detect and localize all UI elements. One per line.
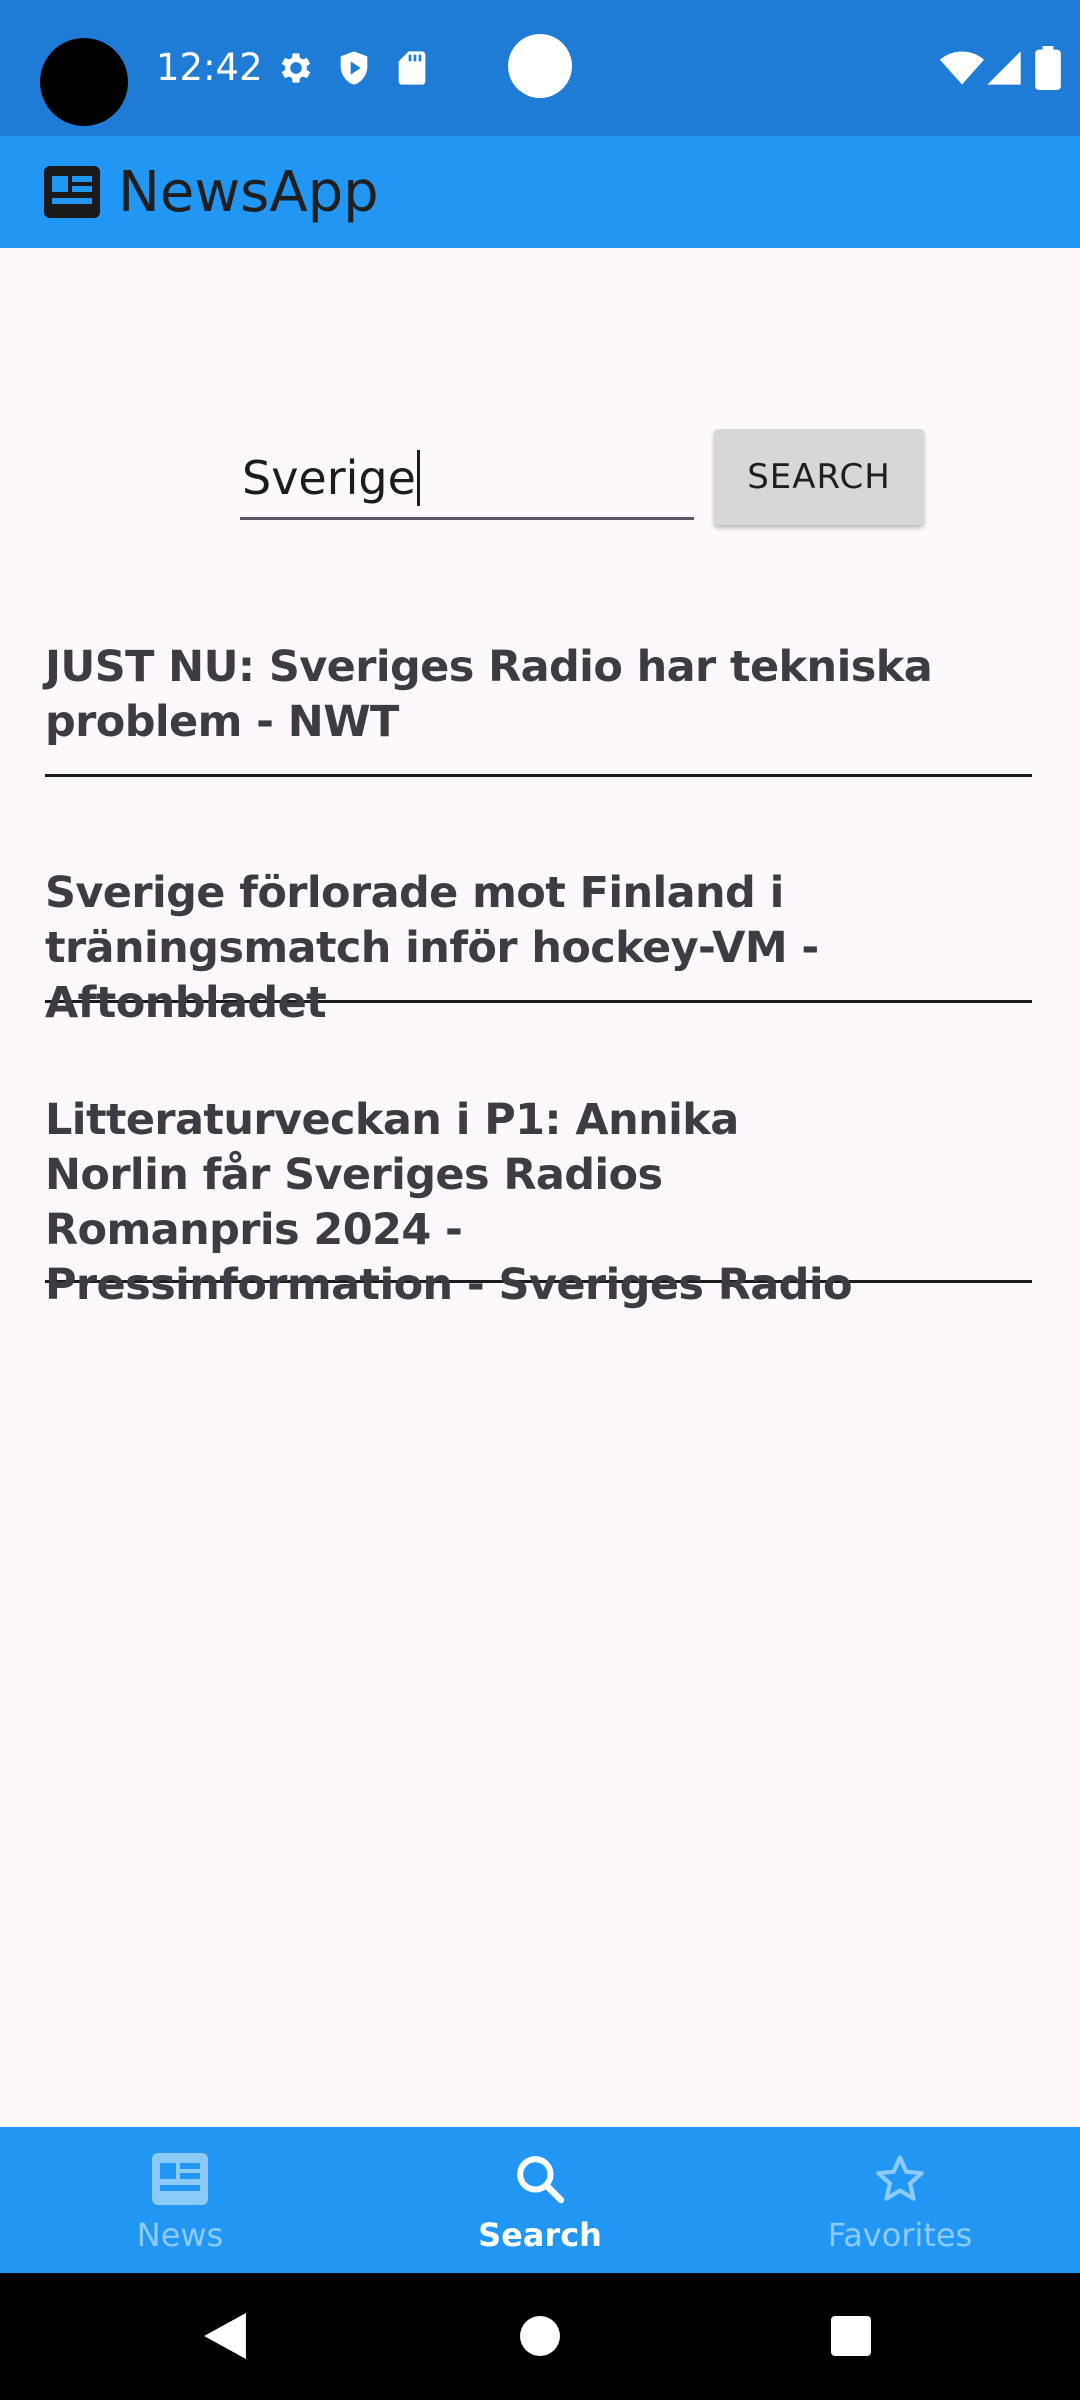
signal-icon: [987, 51, 1021, 85]
system-navigation-bar: [0, 2273, 1080, 2400]
nav-item-favorites[interactable]: Favorites: [720, 2127, 1080, 2273]
result-title: Sverige förlorade mot Finland i tränings…: [45, 868, 819, 1028]
status-time: 12:42: [156, 46, 263, 89]
battery-icon: [1035, 46, 1061, 90]
gear-icon: [281, 53, 311, 83]
center-dot: [508, 34, 572, 98]
result-title: JUST NU: Sveriges Radio har tekniska pro…: [45, 642, 933, 747]
result-title: Litteraturveckan i P1: Annika Norlin får…: [45, 1095, 853, 1310]
search-input[interactable]: Sverige: [240, 436, 694, 520]
wifi-icon: [940, 51, 984, 85]
result-item-3[interactable]: Litteraturveckan i P1: Annika Norlin får…: [45, 1093, 1032, 1310]
sd-card-icon: [398, 51, 426, 85]
nav-item-search[interactable]: Search: [360, 2127, 720, 2273]
search-input-text: Sverige: [242, 451, 416, 505]
recents-icon[interactable]: [831, 2316, 871, 2356]
nav-label-news: News: [136, 2216, 224, 2254]
app-title: NewsApp: [118, 160, 379, 225]
bottom-navigation: News Search Favorites: [0, 2127, 1080, 2273]
nav-label-favorites: Favorites: [827, 2216, 973, 2254]
home-icon[interactable]: [520, 2316, 560, 2356]
result-item-2[interactable]: Sverige förlorade mot Finland i tränings…: [45, 866, 1032, 1028]
newspaper-icon: [152, 2153, 208, 2205]
search-button[interactable]: SEARCH: [714, 429, 924, 525]
text-caret: [416, 450, 420, 506]
search-icon: [517, 2156, 565, 2204]
camera-cutout: [40, 38, 128, 126]
screen: 12:42 NewsApp Sverige SEARCH JUST NU: Sv…: [0, 0, 1080, 2400]
app-bar: NewsApp: [0, 136, 1080, 248]
star-icon: [876, 2155, 924, 2201]
status-bar: 12:42: [0, 0, 1080, 136]
nav-label-search: Search: [478, 2216, 602, 2254]
newspaper-icon: [44, 166, 100, 218]
search-input-value: Sverige: [242, 450, 420, 506]
shield-play-icon: [340, 51, 368, 85]
back-icon[interactable]: [204, 2313, 246, 2359]
result-item-1[interactable]: JUST NU: Sveriges Radio har tekniska pro…: [45, 640, 1032, 777]
nav-item-news[interactable]: News: [0, 2127, 360, 2273]
